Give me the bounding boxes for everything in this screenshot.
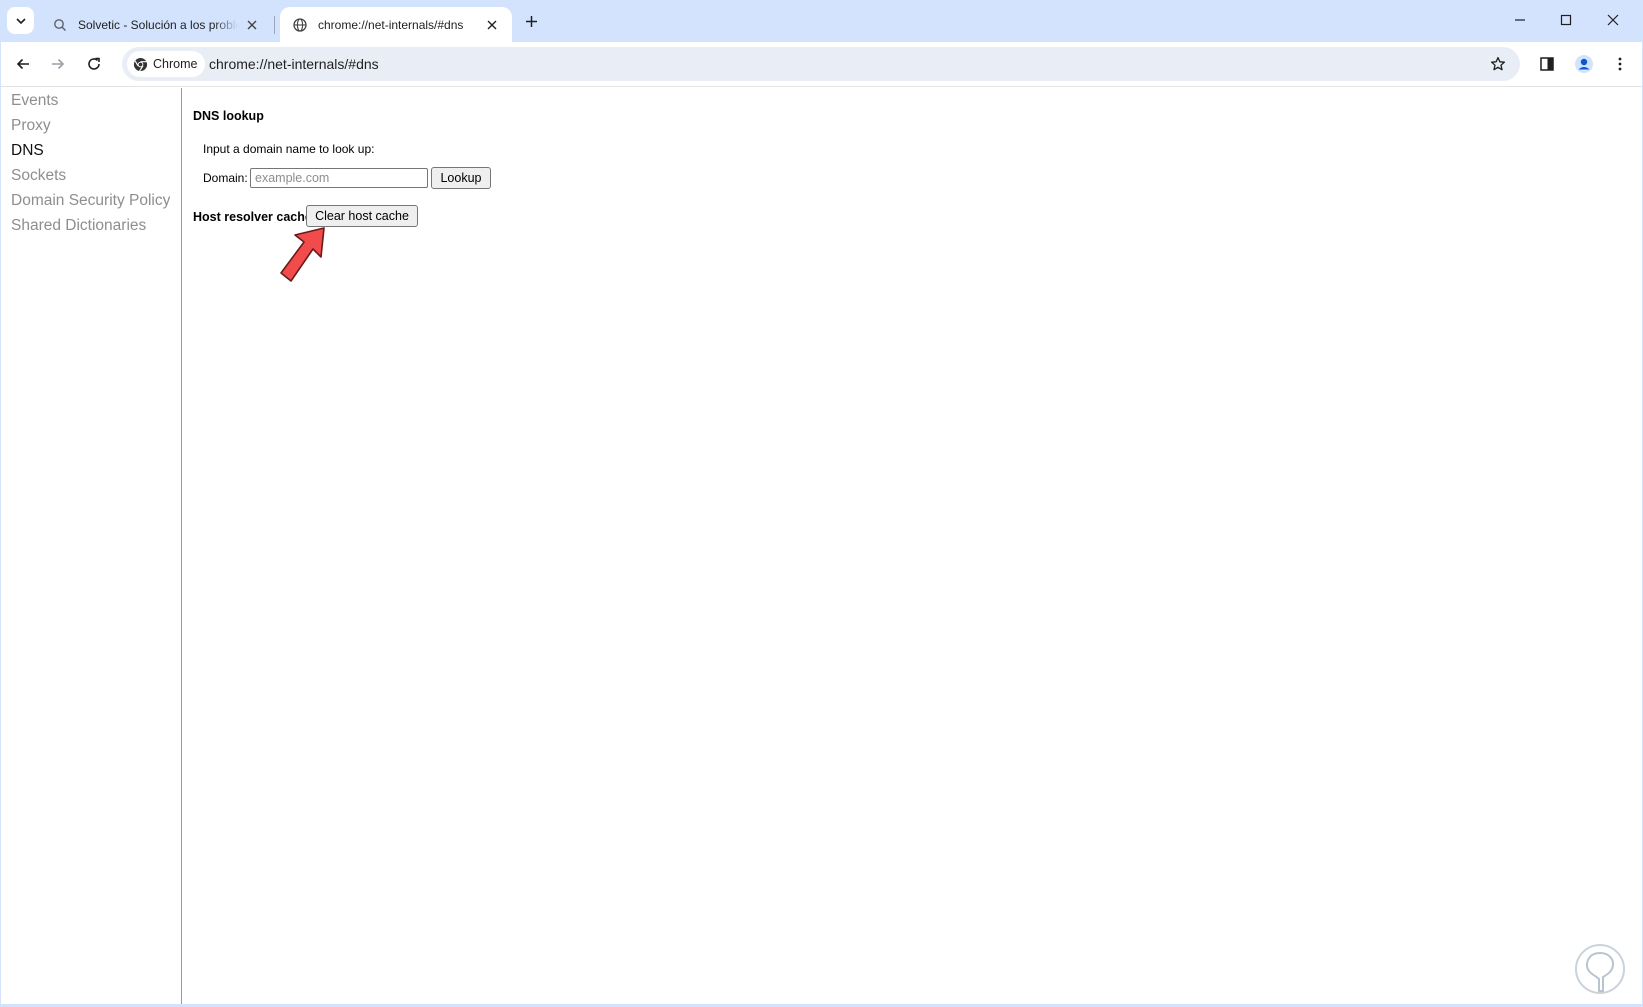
domain-label: Domain: — [203, 171, 248, 185]
host-resolver-cache-heading: Host resolver cache — [193, 210, 312, 224]
arrow-right-icon — [52, 58, 65, 70]
tab-net-internals[interactable]: chrome://net-internals/#dns — [280, 7, 512, 42]
minimize-icon — [1515, 19, 1525, 21]
browser-toolbar: Chrome chrome://net-internals/#dns — [0, 42, 1643, 87]
address-bar[interactable]: Chrome chrome://net-internals/#dns — [122, 47, 1520, 81]
search-icon — [52, 17, 68, 33]
bookmark-star-button[interactable] — [1486, 52, 1510, 76]
side-panel-button[interactable] — [1533, 50, 1561, 78]
close-icon — [1607, 14, 1619, 26]
sidebar-item-events[interactable]: Events — [11, 92, 58, 110]
globe-icon — [292, 17, 308, 33]
minimize-button[interactable] — [1497, 6, 1543, 34]
lookup-button[interactable]: Lookup — [431, 167, 491, 189]
reload-button[interactable] — [80, 50, 108, 78]
reload-icon — [88, 57, 100, 70]
forward-button[interactable] — [44, 50, 72, 78]
new-tab-button[interactable] — [520, 10, 542, 32]
browser-window: Solvetic - Solución a los problemas chro… — [0, 0, 1643, 1007]
dns-lookup-heading: DNS lookup — [193, 109, 264, 123]
menu-button[interactable] — [1606, 50, 1634, 78]
tab-title: Solvetic - Solución a los problemas — [78, 17, 238, 32]
profile-button[interactable] — [1570, 50, 1598, 78]
sidebar-item-proxy[interactable]: Proxy — [11, 117, 51, 135]
more-vert-icon — [1618, 57, 1622, 71]
url-text[interactable]: chrome://net-internals/#dns — [209, 56, 379, 72]
tab-strip: Solvetic - Solución a los problemas chro… — [0, 0, 1643, 42]
site-chip-label: Chrome — [153, 57, 198, 71]
chrome-logo-icon — [133, 57, 148, 71]
sidebar-item-dns[interactable]: DNS — [11, 142, 44, 160]
sidebar-item-domain-security-policy[interactable]: Domain Security Policy — [11, 192, 170, 210]
close-window-button[interactable] — [1590, 6, 1636, 34]
window-border-left — [0, 0, 1, 1007]
side-panel-icon — [1540, 57, 1554, 71]
dns-lookup-instruction: Input a domain name to look up: — [203, 142, 375, 156]
close-icon[interactable] — [484, 17, 500, 33]
maximize-button[interactable] — [1543, 6, 1589, 34]
arrow-left-icon — [16, 58, 29, 70]
tab-solvetic[interactable]: Solvetic - Solución a los problemas — [40, 7, 272, 42]
net-internals-sidebar: Events Proxy DNS Sockets Domain Security… — [0, 88, 182, 1007]
maximize-icon — [1560, 14, 1572, 26]
sidebar-item-shared-dictionaries[interactable]: Shared Dictionaries — [11, 217, 146, 235]
profile-avatar-icon — [1575, 55, 1593, 73]
clear-host-cache-button[interactable]: Clear host cache — [306, 205, 418, 227]
tab-separator — [274, 16, 275, 34]
close-icon[interactable] — [244, 17, 260, 33]
tab-search-button[interactable] — [7, 7, 34, 34]
back-button[interactable] — [9, 50, 37, 78]
solvetic-logo-icon — [1575, 944, 1625, 994]
domain-input[interactable] — [250, 168, 428, 188]
page-content: Events Proxy DNS Sockets Domain Security… — [0, 88, 1643, 1007]
star-icon — [1490, 56, 1506, 71]
sidebar-item-sockets[interactable]: Sockets — [11, 167, 66, 185]
plus-icon — [525, 15, 537, 27]
chevron-down-icon — [15, 17, 26, 24]
annotation-arrow-icon — [280, 227, 325, 282]
tab-title: chrome://net-internals/#dns — [318, 17, 464, 32]
site-info-chip[interactable]: Chrome — [127, 51, 206, 77]
